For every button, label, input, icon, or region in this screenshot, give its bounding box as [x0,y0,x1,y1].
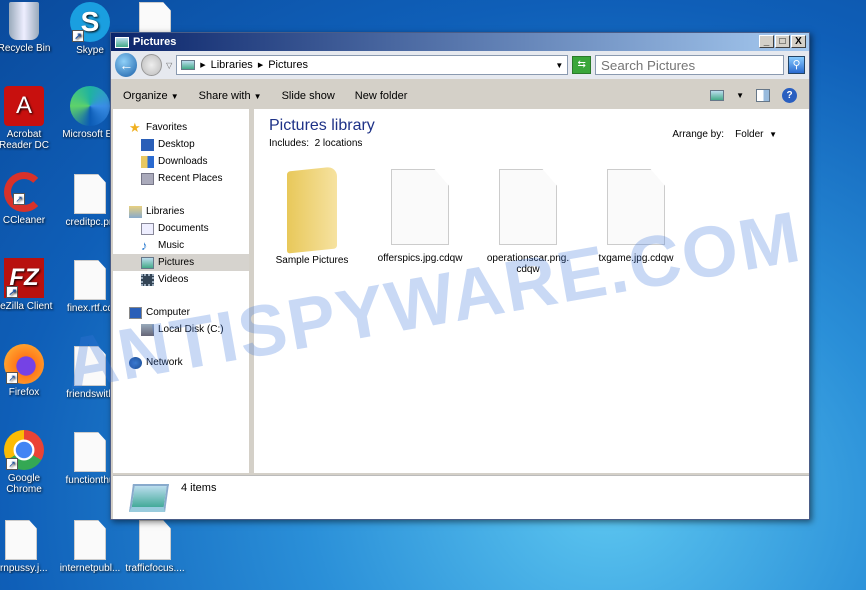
downloads-icon [141,155,154,168]
desktop-icon-file-1[interactable]: ornpussy.j... [0,520,54,574]
firefox-icon: ↗ [4,344,44,384]
file-item[interactable]: offerspics.jpg.cdqw [370,169,470,264]
pictures-icon [141,256,154,269]
desktop-icon-recycle-bin[interactable]: Recycle Bin [0,2,57,54]
nav-network[interactable]: Network [113,354,249,371]
file-icon [391,169,449,245]
recent-places-icon [141,172,154,185]
nav-favorites[interactable]: ★ Favorites [113,119,249,136]
history-dropdown-icon[interactable]: ▽ [166,61,172,70]
desktop-icon-ccleaner[interactable]: ↗ CCleaner [0,172,57,226]
new-folder-button[interactable]: New folder [355,90,408,102]
videos-icon [141,273,154,286]
file-item[interactable]: operationscar.png.cdqw [478,169,578,275]
folder-icon [287,166,337,254]
nav-pictures[interactable]: Pictures [113,254,249,271]
close-button[interactable]: X [791,35,806,48]
address-dropdown-icon[interactable]: ▼ [555,61,563,70]
desktop-icon-acrobat[interactable]: A Acrobat Reader DC [0,86,57,151]
network-icon [129,356,142,369]
command-bar: Organize ▼ Share with ▼ Slide show New f… [111,83,809,109]
preview-pane-icon[interactable] [756,89,770,102]
file-icon [74,260,106,300]
folder-item[interactable]: Sample Pictures [262,166,362,266]
nav-local-disk[interactable]: Local Disk (C:) [113,321,249,338]
desktop-icon-trafficfocus[interactable]: trafficfocus.... [122,520,188,574]
view-dropdown-icon[interactable]: ▼ [736,91,744,100]
recycle-bin-icon [9,2,39,40]
view-icon[interactable] [710,90,725,101]
filezilla-icon: FZ ↗ [4,258,44,298]
nav-documents[interactable]: Documents [113,220,249,237]
computer-icon [129,306,142,319]
libraries-icon [129,205,142,218]
file-icon [74,174,106,214]
maximize-button[interactable]: □ [775,35,790,48]
desktop-icon-filezilla[interactable]: FZ ↗ ileZilla Client [0,258,57,312]
chrome-icon: ↗ [4,430,44,470]
explorer-window: Pictures _ □ X ← ▽ ▶ Libraries ▶ Pictures ▼ … [110,32,810,520]
file-icon [74,346,106,386]
navigation-pane: ★ Favorites Desktop Downloads Recent Plac… [113,109,251,473]
arrange-by: Arrange by: Folder ▼ [672,129,777,140]
file-icon [139,520,171,560]
address-bar[interactable]: ▶ Libraries ▶ Pictures ▼ [176,55,569,75]
skype-icon: S ↗ [70,2,110,42]
refresh-button[interactable]: ⇆ [572,56,592,74]
nav-downloads[interactable]: Downloads [113,153,249,170]
documents-icon [141,222,154,235]
ccleaner-icon: ↗ [4,172,44,212]
title-bar[interactable]: Pictures _ □ X [111,33,809,51]
item-count: 4 items [181,482,217,494]
window-title: Pictures [133,36,177,48]
nav-computer[interactable]: Computer [113,304,249,321]
nav-music[interactable]: ♪ Music [113,237,249,254]
nav-libraries[interactable]: Libraries [113,203,249,220]
nav-recent-places[interactable]: Recent Places [113,170,249,187]
desktop-icon-firefox[interactable]: ↗ Firefox [0,344,57,398]
help-icon[interactable]: ? [782,88,797,103]
desktop-icon [141,138,154,151]
share-with-button[interactable]: Share with ▼ [199,90,262,102]
acrobat-icon: A [4,86,44,126]
minimize-button[interactable]: _ [759,35,774,48]
nav-desktop[interactable]: Desktop [113,136,249,153]
locations-link[interactable]: 2 locations [315,138,363,149]
arrange-by-dropdown[interactable]: Folder ▼ [735,129,777,140]
search-button[interactable]: ⚲ [788,56,805,74]
address-bar-row: ← ▽ ▶Libraries ▶Pictures ▼ ⇆ ⚲ [111,51,809,79]
file-icon [74,520,106,560]
file-icon [499,169,557,245]
organize-button[interactable]: Organize ▼ [123,90,179,102]
content-pane: Pictures library Includes: 2 locations A… [254,109,809,473]
desktop-icon-chrome[interactable]: ↗ Google Chrome [0,430,57,495]
pictures-icon [181,60,196,70]
edge-icon [70,86,110,126]
disk-icon [141,323,154,336]
back-button[interactable]: ← [115,53,138,77]
file-icon [5,520,37,560]
breadcrumb-libraries[interactable]: Libraries [211,59,253,71]
file-icon [607,169,665,245]
nav-videos[interactable]: Videos [113,271,249,288]
breadcrumb-pictures[interactable]: Pictures [268,59,308,71]
file-icon [74,432,106,472]
file-item[interactable]: txgame.jpg.cdqw [586,169,686,264]
star-icon: ★ [129,119,141,135]
pictures-icon [115,36,129,48]
library-title: Pictures library [269,117,375,134]
library-icon [129,484,169,512]
library-includes: Includes: 2 locations [269,138,363,149]
slide-show-button[interactable]: Slide show [282,90,335,102]
search-input[interactable] [595,55,785,75]
music-icon: ♪ [141,237,148,253]
details-pane: 4 items [113,475,809,519]
forward-button[interactable] [141,54,163,76]
desktop-icon-internetpubl[interactable]: internetpubl... [57,520,123,574]
